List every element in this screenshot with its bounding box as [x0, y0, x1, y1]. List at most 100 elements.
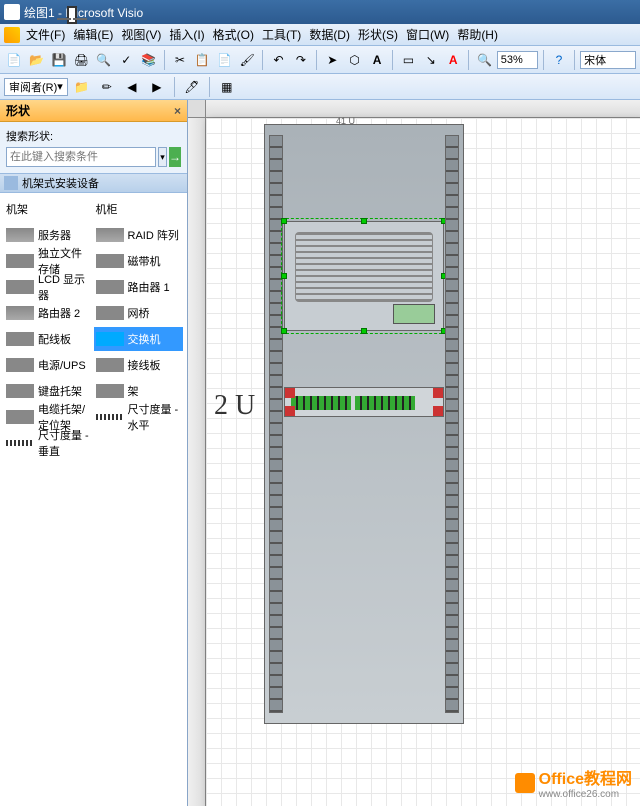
paste-button[interactable]: 📄	[215, 49, 235, 71]
spell-button[interactable]: ✓	[116, 49, 136, 71]
prev-button[interactable]: ◀	[121, 76, 143, 98]
selection-handle[interactable]	[281, 218, 287, 224]
menu-view[interactable]: 视图(V)	[121, 26, 161, 43]
copy-button[interactable]: 📋	[192, 49, 212, 71]
cut-button[interactable]: ✂	[170, 49, 190, 71]
connection-point	[285, 406, 295, 416]
close-icon[interactable]: ×	[174, 104, 181, 118]
toolbar-standard: 📄 📂 💾 🖨 🔍 ✓ 📚 ✂ 📋 📄 🖌 ↶ ↷ ➤ ⬡ A ▭ ↘ A 🔍 …	[0, 46, 640, 74]
app-icon	[4, 4, 20, 20]
menu-shape[interactable]: 形状(S)	[358, 26, 398, 43]
selection-handle[interactable]	[441, 328, 447, 334]
new-comment-button[interactable]: 📁	[71, 76, 93, 98]
rack-shape[interactable]	[264, 124, 464, 724]
next-button[interactable]: ▶	[146, 76, 168, 98]
shape-ups[interactable]: 电源/UPS	[4, 353, 94, 377]
shape-dim-h[interactable]: 尺寸度量 - 水平	[94, 405, 184, 429]
connection-point	[285, 388, 295, 398]
separator	[392, 50, 393, 70]
format-painter-button[interactable]: 🖌	[237, 49, 257, 71]
ruler-vertical[interactable]	[188, 118, 206, 806]
shape-rack[interactable]: 机架	[4, 197, 94, 221]
office-button[interactable]	[4, 27, 20, 43]
stencil-name: 机架式安装设备	[22, 175, 99, 191]
separator	[468, 50, 469, 70]
menubar: 文件(F) 编辑(E) 视图(V) 插入(I) 格式(O) 工具(T) 数据(D…	[0, 24, 640, 46]
shape-router2[interactable]: 路由器 2	[4, 301, 94, 325]
stencil-header[interactable]: 机架式安装设备	[0, 173, 187, 193]
shape-keyboard[interactable]: 键盘托架	[4, 379, 94, 403]
text-button[interactable]: A	[443, 49, 463, 71]
switch-ports	[291, 396, 351, 410]
shape-bridge[interactable]: 网桥	[94, 301, 184, 325]
titlebar: 绘图1 - Microsoft Visio	[0, 0, 640, 24]
shape-wiring[interactable]: 接线板	[94, 353, 184, 377]
watermark-text: Office教程网	[539, 765, 632, 789]
ruler-corner	[188, 100, 206, 118]
save-button[interactable]: 💾	[49, 49, 69, 71]
selection-handle[interactable]	[281, 273, 287, 279]
menu-insert[interactable]: 插入(I)	[169, 26, 204, 43]
switch-shape[interactable]	[284, 387, 444, 417]
edit-comment-button[interactable]: ✏	[96, 76, 118, 98]
connection-point	[433, 406, 443, 416]
canvas-area: 2 U 41 U	[188, 100, 640, 806]
shape-raid[interactable]: RAID 阵列	[94, 223, 184, 247]
menu-tools[interactable]: 工具(T)	[262, 26, 301, 43]
selection-handle[interactable]	[281, 328, 287, 334]
selection-handle[interactable]	[361, 328, 367, 334]
reviewer-dropdown[interactable]: 审阅者(R) ▾	[4, 78, 68, 96]
shape-storage[interactable]: 独立文件存储	[4, 249, 94, 273]
shape-tape[interactable]: 磁带机	[94, 249, 184, 273]
shape-cabinet[interactable]: 机柜	[94, 197, 184, 221]
zoom-in-button[interactable]: 🔍	[474, 49, 494, 71]
help-button[interactable]: ?	[549, 49, 569, 71]
print-button[interactable]: 🖨	[71, 49, 91, 71]
shapes-button[interactable]: ▭	[398, 49, 418, 71]
new-button[interactable]: 📄	[4, 49, 24, 71]
menu-help[interactable]: 帮助(H)	[457, 26, 498, 43]
shape-server[interactable]: 服务器	[4, 223, 94, 247]
zoom-level[interactable]: 53%	[497, 51, 538, 69]
shapes-panel: 形状 × 搜索形状: ▾ → 机架式安装设备 机架 机柜 服务器 RAID 阵列…	[0, 100, 188, 806]
menu-file[interactable]: 文件(F)	[26, 26, 65, 43]
open-button[interactable]: 📂	[26, 49, 46, 71]
menu-data[interactable]: 数据(D)	[309, 26, 350, 43]
menu-window[interactable]: 窗口(W)	[406, 26, 449, 43]
server-lcd	[393, 304, 435, 324]
shape-patch[interactable]: 配线板	[4, 327, 94, 351]
search-dropdown[interactable]: ▾	[158, 147, 167, 167]
connector-tool[interactable]: ⬡	[344, 49, 364, 71]
pointer-tool[interactable]: ➤	[322, 49, 342, 71]
selection-handle[interactable]	[441, 218, 447, 224]
shape-lcd[interactable]: LCD 显示器	[4, 275, 94, 299]
server-vents	[295, 232, 433, 302]
separator	[262, 50, 263, 70]
selection-handle[interactable]	[441, 273, 447, 279]
undo-button[interactable]: ↶	[268, 49, 288, 71]
redo-button[interactable]: ↷	[291, 49, 311, 71]
shape-cable[interactable]: 电缆托架/定位架	[4, 405, 94, 429]
track-button[interactable]: ▦	[216, 76, 238, 98]
drawing-page[interactable]: 2 U 41 U	[206, 118, 640, 806]
server-shape-selected[interactable]	[284, 221, 444, 331]
connector-button[interactable]: ↘	[421, 49, 441, 71]
search-input[interactable]	[6, 147, 156, 167]
text-tool[interactable]: A	[367, 49, 387, 71]
ink-button[interactable]: 🖊	[181, 76, 203, 98]
preview-button[interactable]: 🔍	[94, 49, 114, 71]
search-go-button[interactable]: →	[169, 147, 181, 167]
ruler-horizontal[interactable]	[206, 100, 640, 118]
shape-switch[interactable]: 交换机	[94, 327, 184, 351]
separator	[574, 50, 575, 70]
selection-handle[interactable]	[361, 218, 367, 224]
shape-router1[interactable]: 路由器 1	[94, 275, 184, 299]
research-button[interactable]: 📚	[138, 49, 158, 71]
menu-edit[interactable]: 编辑(E)	[73, 26, 113, 43]
font-name[interactable]: 宋体	[580, 51, 636, 69]
shape-shelf[interactable]: 架	[94, 379, 184, 403]
watermark: Office教程网 www.office26.com	[515, 765, 632, 800]
watermark-icon	[515, 773, 535, 793]
shape-dim-v[interactable]: 尺寸度量 - 垂直	[4, 431, 94, 455]
menu-format[interactable]: 格式(O)	[213, 26, 254, 43]
